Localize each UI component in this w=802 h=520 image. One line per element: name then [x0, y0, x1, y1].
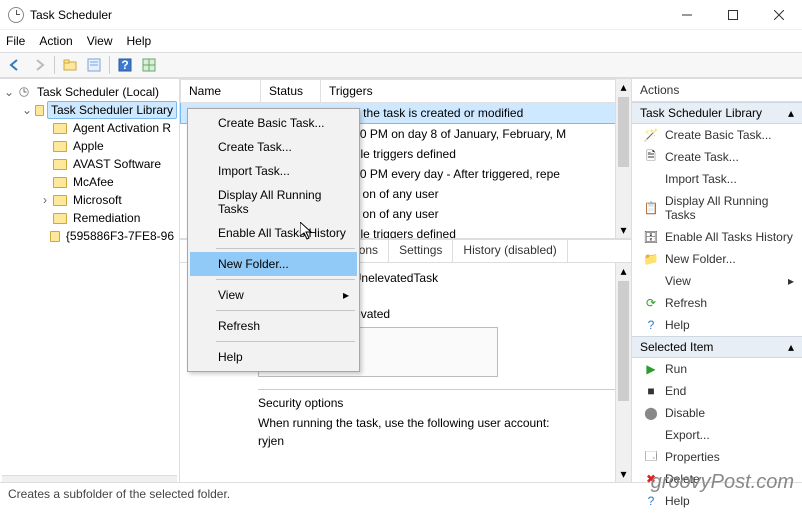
col-status[interactable]: Status [261, 80, 321, 103]
ctx-create-basic[interactable]: Create Basic Task... [190, 111, 357, 135]
cursor-icon [300, 222, 316, 242]
action-create-task[interactable]: 🗎Create Task... [632, 146, 802, 168]
folder-icon [53, 141, 67, 152]
help-icon: ? [644, 494, 658, 508]
collapse-icon[interactable]: ▴ [788, 106, 794, 120]
refresh-icon: ⟳ [644, 296, 658, 310]
export-icon [644, 428, 658, 442]
ctx-refresh[interactable]: Refresh [190, 314, 357, 338]
disable-icon: ⬤ [644, 406, 658, 420]
titlebar: Task Scheduler [0, 0, 802, 30]
ctx-display-running[interactable]: Display All Running Tasks [190, 183, 357, 221]
action-new-folder[interactable]: 📁New Folder... [632, 248, 802, 270]
folder-icon [50, 231, 60, 242]
col-triggers[interactable]: Triggers [321, 80, 631, 103]
actions-group-library[interactable]: Task Scheduler Library▴ [632, 102, 802, 124]
svg-text:?: ? [121, 58, 128, 72]
col-name[interactable]: Name [181, 80, 261, 103]
toolbar: ? [0, 52, 802, 78]
action-disable[interactable]: ⬤Disable [632, 402, 802, 424]
history-icon: 🗄 [644, 230, 658, 244]
folder-icon [53, 213, 67, 224]
ctx-help[interactable]: Help [190, 345, 357, 369]
chevron-right-icon: ▸ [343, 288, 349, 302]
list-icon: 📋 [644, 201, 658, 215]
close-button[interactable] [756, 1, 802, 29]
tab-settings[interactable]: Settings [389, 240, 453, 262]
action-refresh[interactable]: ⟳Refresh [632, 292, 802, 314]
action-run[interactable]: ▶Run [632, 358, 802, 380]
action-end[interactable]: ■End [632, 380, 802, 402]
ctx-enable-history[interactable]: Enable All Tasks History [190, 221, 357, 245]
folder-icon [35, 105, 44, 116]
ctx-import-task[interactable]: Import Task... [190, 159, 357, 183]
horizontal-scrollbar[interactable] [2, 475, 177, 482]
tree-root-node[interactable]: ⌄ Task Scheduler (Local) [4, 83, 177, 101]
tree-item[interactable]: AVAST Software [40, 155, 177, 173]
action-import-task[interactable]: Import Task... [632, 168, 802, 190]
back-button[interactable] [4, 54, 26, 76]
action-create-basic[interactable]: 🪄Create Basic Task... [632, 124, 802, 146]
watermark: groovyPost.com [651, 471, 794, 494]
security-options-label: Security options [258, 396, 621, 410]
action-view[interactable]: View▸ [632, 270, 802, 292]
ctx-view[interactable]: View▸ [190, 283, 357, 307]
menu-help[interactable]: Help [127, 34, 152, 48]
clock-icon [17, 86, 31, 98]
tree-pane: ⌄ Task Scheduler (Local) ⌄ Task Schedule… [0, 79, 180, 482]
action-enable-history[interactable]: 🗄Enable All Tasks History [632, 226, 802, 248]
actions-group-selected[interactable]: Selected Item▴ [632, 336, 802, 358]
vertical-scrollbar[interactable]: ▴▾ [615, 79, 631, 238]
folder-icon [53, 195, 67, 206]
chevron-right-icon: ▸ [788, 274, 794, 288]
tree-item[interactable]: Agent Activation R [40, 119, 177, 137]
app-icon [8, 7, 24, 23]
context-menu: Create Basic Task... Create Task... Impo… [187, 108, 360, 372]
tree-item[interactable]: McAfee [40, 173, 177, 191]
minimize-button[interactable] [664, 1, 710, 29]
action-export[interactable]: Export... [632, 424, 802, 446]
folder-icon: 📁 [644, 252, 658, 266]
actions-pane: Actions Task Scheduler Library▴ 🪄Create … [632, 79, 802, 482]
user-account: ryjen [258, 434, 621, 448]
open-folder-icon[interactable] [59, 54, 81, 76]
tree-item[interactable]: Remediation [40, 209, 177, 227]
window-title: Task Scheduler [30, 8, 664, 22]
folder-icon [53, 177, 67, 188]
action-help[interactable]: ?Help [632, 314, 802, 336]
tab-history[interactable]: History (disabled) [453, 240, 567, 262]
play-icon: ▶ [644, 362, 658, 376]
forward-button[interactable] [28, 54, 50, 76]
folder-icon [53, 159, 67, 170]
ctx-new-folder[interactable]: New Folder... [190, 252, 357, 276]
menu-view[interactable]: View [87, 34, 113, 48]
tree-item[interactable]: {595886F3-7FE8-96 [40, 227, 177, 245]
wand-icon: 🪄 [644, 128, 658, 142]
ctx-create-task[interactable]: Create Task... [190, 135, 357, 159]
maximize-button[interactable] [710, 1, 756, 29]
status-text: Creates a subfolder of the selected fold… [8, 487, 230, 501]
actions-header: Actions [632, 79, 802, 102]
menu-action[interactable]: Action [39, 34, 72, 48]
collapse-icon[interactable]: ▴ [788, 340, 794, 354]
menubar: File Action View Help [0, 30, 802, 52]
folder-icon [53, 123, 67, 134]
menu-file[interactable]: File [6, 34, 25, 48]
security-text: When running the task, use the following… [258, 416, 621, 430]
task-icon: 🗎 [644, 150, 658, 164]
action-display-running[interactable]: 📋Display All Running Tasks [632, 190, 802, 226]
import-icon [644, 172, 658, 186]
stop-icon: ■ [644, 384, 658, 398]
tree-item[interactable]: Apple [40, 137, 177, 155]
action-properties[interactable]: 🗔Properties [632, 446, 802, 468]
help-icon: ? [644, 318, 658, 332]
grid-icon[interactable] [138, 54, 160, 76]
help-icon[interactable]: ? [114, 54, 136, 76]
vertical-scrollbar[interactable]: ▴▾ [615, 263, 631, 482]
tree-item[interactable]: ›Microsoft [40, 191, 177, 209]
properties-icon[interactable] [83, 54, 105, 76]
tree-library-node[interactable]: ⌄ Task Scheduler Library [22, 101, 177, 119]
properties-icon: 🗔 [644, 450, 658, 464]
